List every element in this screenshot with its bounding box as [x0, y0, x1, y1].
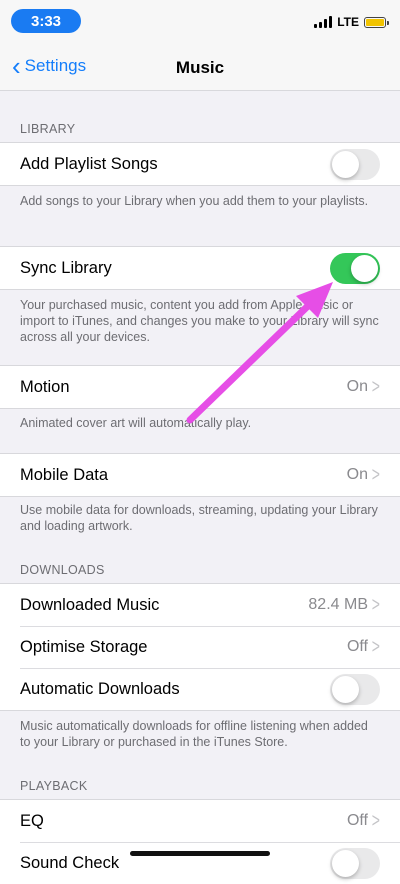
row-downloaded-music[interactable]: Downloaded Music 82.4 MB > — [0, 584, 400, 626]
chevron-right-icon: > — [372, 809, 381, 832]
footer-automatic-downloads: Music automatically downloads for offlin… — [20, 719, 368, 749]
group-playback: EQ Off > Sound Check — [0, 799, 400, 884]
group-downloads: Downloaded Music 82.4 MB > Optimise Stor… — [0, 583, 400, 711]
row-mobile-data[interactable]: Mobile Data On > — [0, 454, 400, 496]
row-label: EQ — [20, 811, 44, 830]
row-label: Sync Library — [20, 258, 112, 277]
row-eq[interactable]: EQ Off > — [0, 800, 400, 842]
sound-check-toggle[interactable] — [330, 847, 380, 879]
home-indicator — [130, 851, 270, 856]
footer-motion: Animated cover art will automatically pl… — [20, 416, 252, 430]
add-playlist-songs-toggle[interactable] — [330, 148, 380, 180]
chevron-right-icon: > — [372, 463, 381, 486]
footer-sync-library: Your purchased music, content you add fr… — [20, 298, 379, 344]
status-time: 3:33 — [11, 9, 81, 33]
row-motion[interactable]: Motion On > — [0, 366, 400, 408]
row-label: Add Playlist Songs — [20, 154, 158, 173]
row-sync-library: Sync Library — [0, 247, 400, 289]
group-sync-library: Sync Library — [0, 246, 400, 290]
row-label: Downloaded Music — [20, 595, 160, 614]
row-value: On — [346, 466, 368, 483]
network-type: LTE — [337, 15, 359, 29]
status-bar: 3:33 LTE — [0, 0, 400, 44]
row-optimise-storage[interactable]: Optimise Storage Off > — [0, 626, 400, 668]
row-add-playlist-songs: Add Playlist Songs — [0, 143, 400, 185]
row-value: Off — [346, 812, 368, 829]
row-label: Mobile Data — [20, 465, 109, 484]
footer-mobile-data: Use mobile data for downloads, streaming… — [20, 503, 378, 533]
row-sound-check: Sound Check — [0, 842, 400, 884]
row-value: Off — [346, 638, 368, 655]
section-header-downloads: DOWNLOADS — [20, 563, 105, 577]
sync-library-toggle[interactable] — [330, 252, 380, 284]
row-value: On — [346, 378, 368, 395]
row-automatic-downloads: Automatic Downloads — [0, 668, 400, 710]
chevron-right-icon: > — [372, 375, 381, 398]
row-label: Sound Check — [20, 853, 120, 872]
chevron-right-icon: > — [372, 593, 381, 616]
footer-add-playlist-songs: Add songs to your Library when you add t… — [20, 194, 369, 208]
signal-icon — [314, 16, 333, 28]
section-header-library: LIBRARY — [20, 122, 76, 136]
group-motion: Motion On > — [0, 365, 400, 409]
group-mobile-data: Mobile Data On > — [0, 453, 400, 497]
group-add-playlist-songs: Add Playlist Songs — [0, 142, 400, 186]
chevron-right-icon: > — [372, 635, 381, 658]
navigation-bar: ‹ Settings Music — [0, 44, 400, 91]
row-label: Optimise Storage — [20, 637, 148, 656]
page-title: Music — [175, 58, 225, 77]
status-indicators: LTE — [314, 15, 389, 29]
row-value: 82.4 MB — [308, 596, 368, 613]
section-header-playback: PLAYBACK — [20, 779, 88, 793]
row-label: Automatic Downloads — [20, 679, 180, 698]
row-label: Motion — [20, 377, 70, 396]
battery-icon — [364, 16, 389, 28]
automatic-downloads-toggle[interactable] — [330, 673, 380, 705]
